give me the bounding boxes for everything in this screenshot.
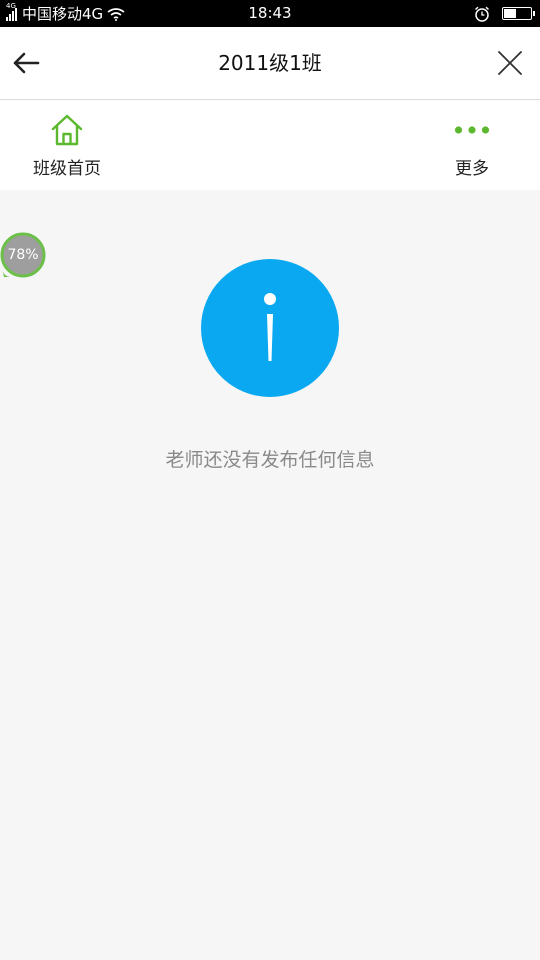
- page-title: 2011级1班: [218, 51, 322, 75]
- badge-percentage: 78%: [7, 247, 39, 263]
- tab-more[interactable]: 更多: [432, 100, 512, 190]
- content-area: 老师还没有发布任何信息: [0, 190, 540, 960]
- screen: 4G 中国移动4G 18:43 2011级1班 班级首页 更多 老师还没有发布任…: [0, 0, 540, 960]
- tab-bar: 班级首页 更多: [0, 100, 540, 190]
- arrow-left-icon: [13, 52, 40, 74]
- tab-label-home: 班级首页: [33, 159, 101, 179]
- home-icon: [49, 112, 85, 148]
- battery-level: [504, 9, 516, 18]
- close-button[interactable]: [490, 43, 530, 83]
- tab-label-more: 更多: [455, 159, 489, 179]
- close-icon: [498, 51, 522, 75]
- info-icon: [201, 259, 339, 397]
- status-right: [474, 0, 535, 27]
- battery-icon: [502, 7, 535, 20]
- status-bar: 4G 中国移动4G 18:43: [0, 0, 540, 27]
- clock: 18:43: [248, 4, 292, 22]
- title-bar: 2011级1班: [0, 27, 540, 100]
- empty-state-message: 老师还没有发布任何信息: [165, 449, 375, 471]
- alarm-icon: [475, 6, 489, 22]
- tab-class-home[interactable]: 班级首页: [28, 100, 106, 190]
- floating-assistant-badge[interactable]: 78%: [0, 232, 46, 278]
- back-button[interactable]: [6, 43, 46, 83]
- more-dots-icon: [454, 112, 490, 148]
